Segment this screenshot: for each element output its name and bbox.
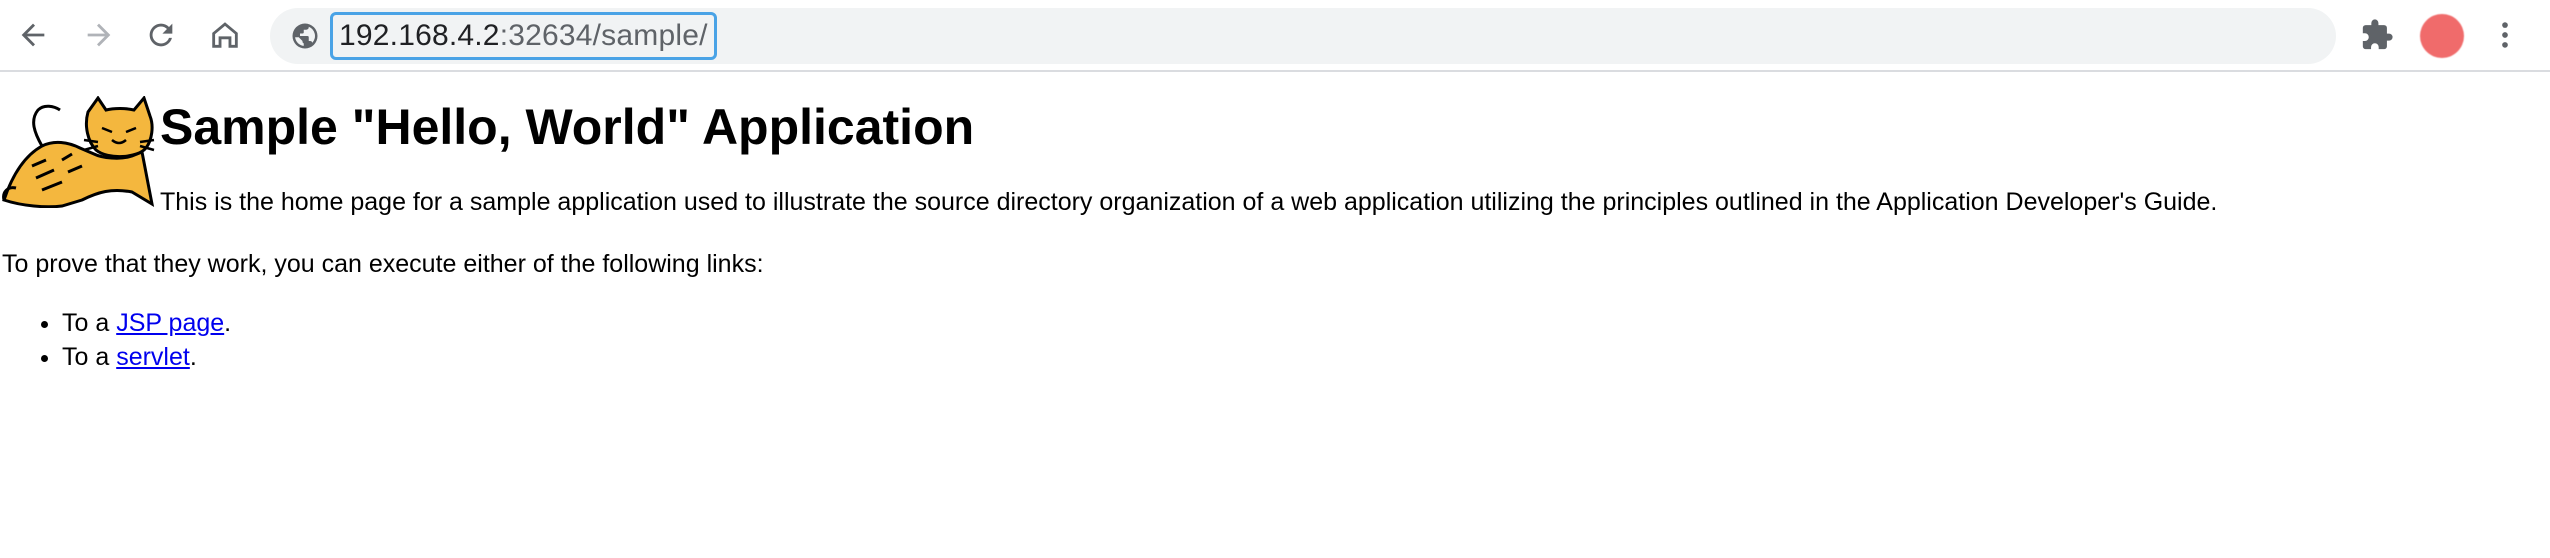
list-item-prefix: To a: [62, 309, 117, 337]
avatar[interactable]: [2420, 14, 2464, 58]
home-button[interactable]: [202, 12, 248, 58]
reload-icon: [149, 23, 173, 47]
tomcat-logo: [2, 96, 155, 208]
url-host: 192.168.4.2: [339, 19, 500, 52]
site-info-icon: [292, 23, 318, 49]
back-icon: [21, 23, 45, 47]
extensions-button[interactable]: [2354, 12, 2400, 58]
forward-icon: [87, 23, 111, 47]
jsp-page-link[interactable]: JSP page: [116, 309, 224, 337]
extensions-icon: [2362, 19, 2393, 50]
list-item-suffix: .: [189, 343, 197, 371]
site-info-button[interactable]: [288, 19, 322, 53]
forward-button[interactable]: [76, 12, 122, 58]
browser-toolbar: 192.168.4.2:32634/sample/: [0, 0, 2550, 72]
url-path: :32634/sample/: [499, 19, 708, 52]
address-bar-input[interactable]: 192.168.4.2:32634/sample/: [330, 12, 717, 60]
list-item-suffix: .: [224, 309, 232, 337]
list-item: To a JSP page.: [62, 306, 231, 340]
link-list: To a JSP page. To a servlet.: [0, 306, 231, 374]
servlet-link[interactable]: servlet: [116, 343, 190, 371]
reload-button[interactable]: [138, 12, 184, 58]
more-menu-icon: [2502, 22, 2508, 48]
home-icon: [212, 22, 238, 48]
more-menu-button[interactable]: [2482, 12, 2528, 58]
page-title: Sample "Hello, World" Application: [160, 99, 975, 155]
instructions-paragraph: To prove that they work, you can execute…: [2, 250, 764, 278]
omnibox[interactable]: 192.168.4.2:32634/sample/: [270, 8, 2336, 64]
intro-paragraph: This is the home page for a sample appli…: [160, 188, 2218, 216]
list-item-prefix: To a: [62, 343, 117, 371]
back-button[interactable]: [10, 12, 56, 58]
list-item: To a servlet.: [62, 340, 231, 374]
